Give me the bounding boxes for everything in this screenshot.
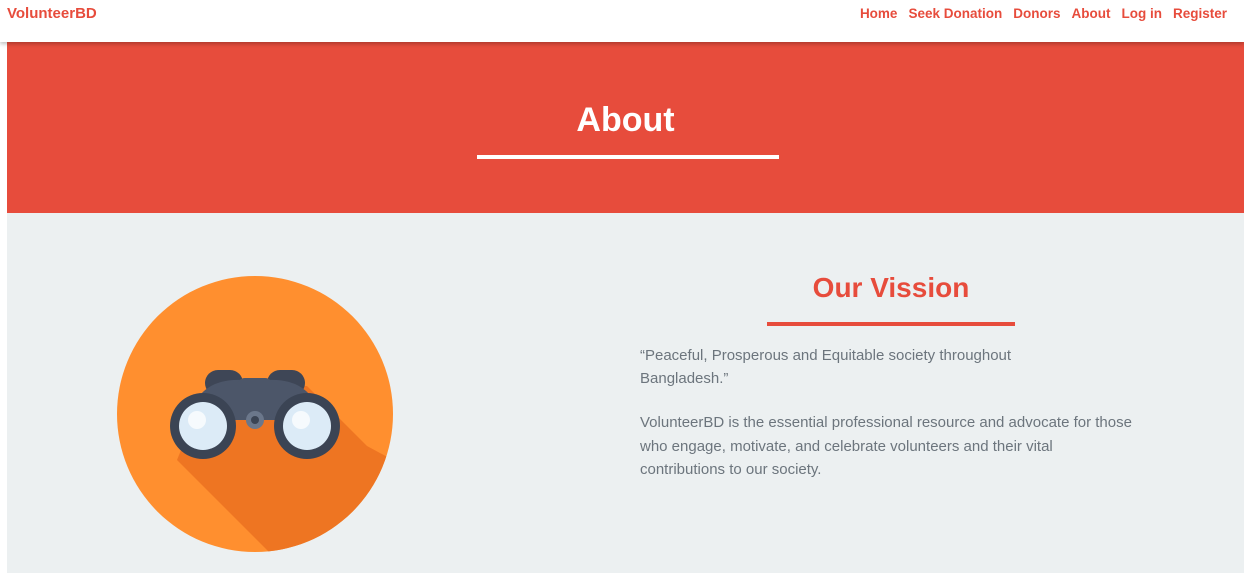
nav-link-register[interactable]: Register (1173, 6, 1227, 21)
nav-links: Home Seek Donation Donors About Log in R… (860, 6, 1227, 21)
nav-link-seek-donation[interactable]: Seek Donation (908, 6, 1002, 21)
hero-title-underline (477, 155, 779, 159)
vision-quote: “Peaceful, Prosperous and Equitable soci… (640, 347, 1012, 387)
nav-link-donors[interactable]: Donors (1013, 6, 1060, 21)
navbar: VolunteerBD Home Seek Donation Donors Ab… (0, 0, 1244, 42)
binoculars-icon (117, 276, 393, 552)
vision-section: Our Vission “Peaceful, Prosperous and Eq… (7, 213, 1244, 573)
nav-link-about[interactable]: About (1071, 6, 1110, 21)
vision-description: VolunteerBD is the essential professiona… (640, 414, 1132, 478)
hero-banner: About (7, 42, 1244, 213)
vision-title-underline (767, 322, 1015, 326)
page-title: About (576, 101, 675, 139)
nav-link-login[interactable]: Log in (1121, 6, 1162, 21)
vision-title: Our Vission (812, 272, 970, 303)
nav-link-home[interactable]: Home (860, 6, 898, 21)
brand-logo-link[interactable]: VolunteerBD (7, 5, 97, 22)
